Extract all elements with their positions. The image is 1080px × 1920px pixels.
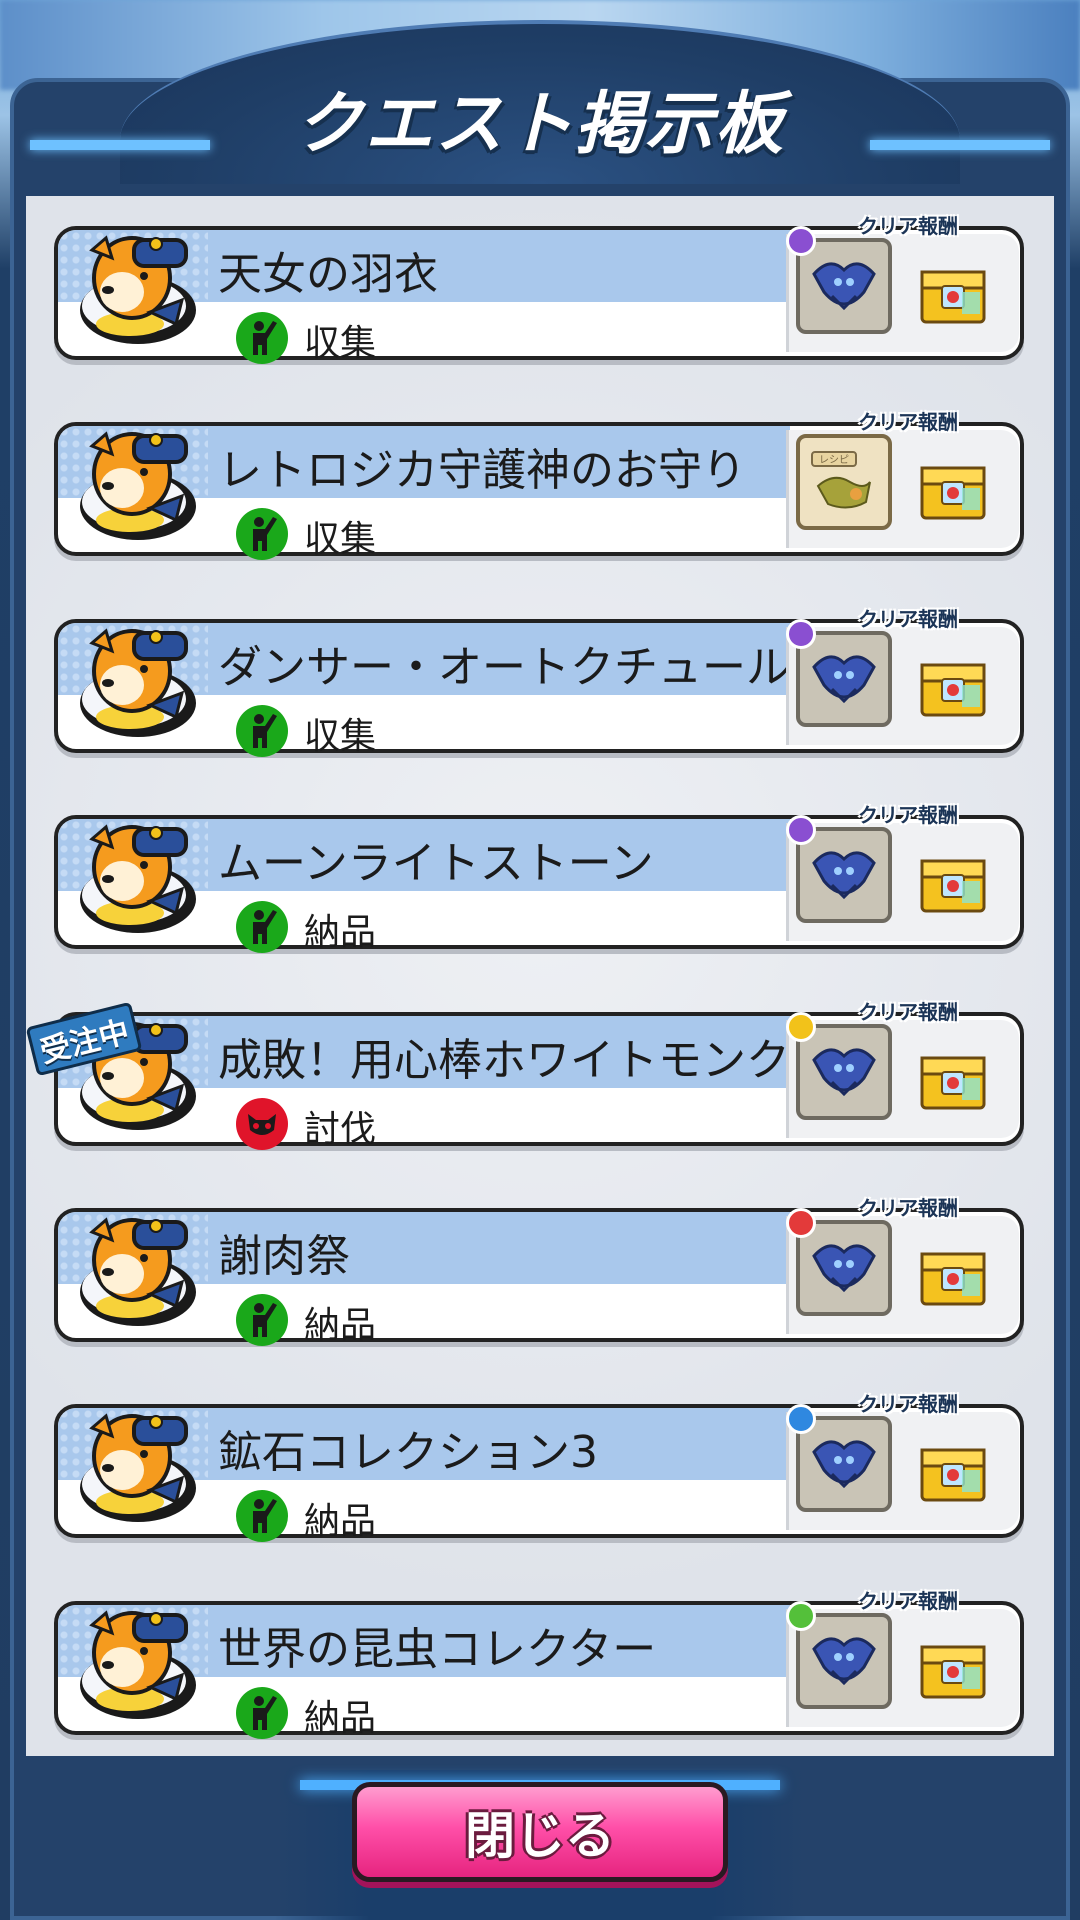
quest-type-label: 納品 — [304, 1698, 377, 1739]
mascot-icon — [80, 431, 196, 540]
attribute-icon — [786, 1601, 816, 1631]
reward-caption: クリア報酬 — [858, 1000, 958, 1024]
person-raise-hand-icon — [236, 1294, 288, 1346]
quest-card[interactable]: 受注中 成敗！用心棒ホワイトモンク 討伐 クリア報酬 — [25, 1000, 1024, 1150]
quest-card[interactable]: 鉱石コレクション3 納品 クリア報酬 — [54, 1392, 1024, 1542]
mascot-icon — [80, 1610, 196, 1719]
treasure-chest-icon[interactable] — [918, 262, 988, 326]
quest-card[interactable]: 謝肉祭納品 クリア報酬 — [54, 1196, 1024, 1346]
person-raise-hand-icon — [236, 705, 288, 757]
quest-type-label: 収集 — [304, 323, 377, 364]
treasure-chest-icon[interactable] — [918, 458, 988, 522]
treasure-chest-icon[interactable] — [918, 655, 988, 719]
quest-type-label: 納品 — [304, 1501, 377, 1542]
quest-type-label: 収集 — [304, 519, 377, 560]
person-raise-hand-icon — [236, 508, 288, 560]
quest-title: 成敗！用心棒ホワイトモンク — [218, 1035, 790, 1086]
treasure-chest-icon[interactable] — [918, 1440, 988, 1504]
attribute-icon — [786, 1208, 816, 1238]
page-title: クエスト掲示板 — [294, 85, 785, 164]
quest-title: ムーンライトストーン — [218, 838, 654, 889]
reward-caption: クリア報酬 — [858, 1392, 958, 1416]
attribute-icon — [786, 1012, 816, 1042]
svg-text:レシピ: レシピ — [819, 454, 849, 466]
quest-card[interactable]: ムーンライトストーン納品 クリア報酬 — [54, 803, 1024, 953]
person-raise-hand-icon — [236, 1687, 288, 1739]
mascot-icon — [80, 824, 196, 933]
treasure-chest-icon[interactable] — [918, 1048, 988, 1112]
mascot-icon — [80, 1413, 196, 1522]
reward-caption: クリア報酬 — [858, 1196, 958, 1220]
quest-type-label: 収集 — [304, 716, 377, 757]
treasure-chest-icon[interactable] — [918, 851, 988, 915]
quest-type-label: 納品 — [304, 912, 377, 953]
treasure-chest-icon[interactable] — [918, 1637, 988, 1701]
reward-caption: クリア報酬 — [858, 607, 958, 631]
reward-caption: クリア報酬 — [858, 1589, 958, 1613]
quest-card[interactable]: レトロジカ守護神のお守り収集 クリア報酬レシピ — [54, 410, 1024, 560]
quest-type-label: 納品 — [304, 1305, 377, 1346]
attribute-icon — [786, 619, 816, 649]
quest-card[interactable]: ダンサー・オートクチュール収集 クリア報酬 — [54, 607, 1024, 757]
monster-face-icon — [236, 1098, 288, 1150]
mascot-icon — [80, 1217, 196, 1326]
mascot-icon — [80, 235, 196, 344]
mascot-icon — [80, 628, 196, 737]
person-raise-hand-icon — [236, 312, 288, 364]
attribute-icon — [786, 815, 816, 845]
quest-title: レトロジカ守護神のお守り — [218, 445, 746, 496]
person-raise-hand-icon — [236, 1490, 288, 1542]
reward-caption: クリア報酬 — [858, 410, 958, 434]
quest-title: 謝肉祭 — [218, 1231, 350, 1282]
reward-caption: クリア報酬 — [858, 214, 958, 238]
recipe-icon[interactable]: レシピ — [796, 434, 892, 530]
person-raise-hand-icon — [236, 901, 288, 953]
quest-card[interactable]: 天女の羽衣収集 クリア報酬 — [54, 214, 1024, 364]
quest-title: 世界の昆虫コレクター — [218, 1624, 657, 1675]
quest-card[interactable]: 世界の昆虫コレクター納品 クリア報酬 — [54, 1589, 1024, 1739]
close-button[interactable]: 閉じる — [352, 1782, 728, 1882]
attribute-icon — [786, 226, 816, 256]
quest-title: 天女の羽衣 — [218, 249, 438, 300]
treasure-chest-icon[interactable] — [918, 1244, 988, 1308]
attribute-icon — [786, 1404, 816, 1434]
quest-title: 鉱石コレクション3 — [218, 1427, 598, 1478]
quest-type-label: 討伐 — [304, 1109, 377, 1150]
reward-caption: クリア報酬 — [858, 803, 958, 827]
quest-title: ダンサー・オートクチュール — [218, 642, 790, 693]
